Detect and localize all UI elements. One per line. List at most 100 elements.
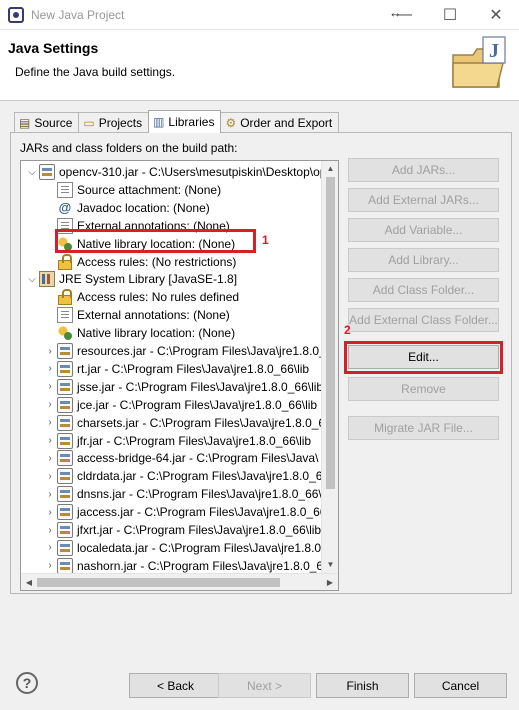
tree-item[interactable]: External annotations: (None) [57,306,230,324]
tree-item-label: jfr.jar - C:\Program Files\Java\jre1.8.0… [77,433,312,448]
jar-icon [57,539,73,556]
tree-item[interactable]: › charsets.jar - C:\Program Files\Java\jr… [43,414,325,432]
libraries-panel: JARs and class folders on the build path… [10,132,512,594]
expanded-chevron-icon[interactable]: ⌵ [25,167,39,178]
jar-icon [57,522,73,538]
add-jars-button[interactable]: Add JARs... [348,158,499,182]
tab-libraries[interactable]: ▥ Libraries [148,110,222,133]
tree-item[interactable]: Source attachment: (None) [57,181,221,199]
svg-text:J: J [489,40,499,62]
collapsed-chevron-icon[interactable]: › [43,417,57,428]
tree-item-label: Access rules: No rules defined [77,290,240,305]
tree-item[interactable]: › jce.jar - C:\Program Files\Java\jre1.8.… [43,396,317,414]
collapsed-chevron-icon[interactable]: › [43,489,57,500]
jar-icon [57,450,73,467]
finish-button[interactable]: Finish [316,673,409,698]
collapsed-chevron-icon[interactable]: › [43,399,57,410]
collapsed-chevron-icon[interactable]: › [43,471,57,482]
tree-item-label: resources.jar - C:\Program Files\Java\jr… [77,344,326,358]
tree-item[interactable]: ⌵ JRE System Library [JavaSE-1.8] [25,270,237,288]
javadoc-icon: @ [58,199,72,215]
tree-item-label: JRE System Library [JavaSE-1.8] [59,272,238,287]
wizard-footer: ? < Back Next > Finish Cancel [0,656,519,710]
attribute-icon [57,181,73,198]
tab-projects[interactable]: ▭ Projects [78,112,150,133]
next-button[interactable]: Next > [218,673,311,698]
scroll-left-icon[interactable]: ◀ [21,574,37,590]
scroll-up-icon[interactable]: ▲ [322,161,338,177]
maximize-button[interactable]: ☐ [427,0,473,30]
jar-icon [57,396,73,413]
scroll-right-icon[interactable]: ▶ [322,574,338,590]
expanded-chevron-icon[interactable]: ⌵ [25,274,39,285]
jar-icon [57,378,73,395]
collapsed-chevron-icon[interactable]: › [43,435,57,446]
scroll-down-icon[interactable]: ▼ [322,557,338,573]
tree-item[interactable]: › cldrdata.jar - C:\Program Files\Java\jr… [43,467,322,485]
jar-icon [57,432,73,449]
attribute-icon [57,307,73,324]
tree-item-label: jce.jar - C:\Program Files\Java\jre1.8.0… [77,397,318,412]
tree-item[interactable]: › localedata.jar - C:\Program Files\Java\… [43,539,328,557]
back-button[interactable]: < Back [129,673,222,698]
help-icon[interactable]: ? [16,672,38,694]
tree-item-label: Source attachment: (None) [77,182,222,197]
tab-order-and-export[interactable]: ⚙ Order and Export [220,112,340,133]
annotation-marker-2: 2 [344,323,351,337]
add-class-folder-button[interactable]: Add Class Folder... [348,278,499,302]
tree-item[interactable]: › jfr.jar - C:\Program Files\Java\jre1.8.… [43,432,311,450]
tree-item[interactable]: › jfxrt.jar - C:\Program Files\Java\jre1.… [43,521,321,539]
tree-item-label: charsets.jar - C:\Program Files\Java\jre… [77,415,326,430]
collapsed-chevron-icon[interactable]: › [43,453,57,464]
annotation-marker-1: 1 [262,233,269,247]
cancel-button[interactable]: Cancel [414,673,507,698]
collapsed-chevron-icon[interactable]: › [43,507,57,518]
build-path-tree[interactable]: › nashorn.jar - C:\Program Files\Java\jre… [20,160,339,591]
jar-icon [57,557,73,574]
scroll-thumb[interactable] [37,578,280,587]
tree-item[interactable]: ⌵ opencv-310.jar - C:\Users\mesutpiskin\D… [25,163,326,181]
tree-item[interactable]: Native library location: (None) [57,324,235,342]
tree-item[interactable]: › jsse.jar - C:\Program Files\Java\jre1.8… [43,378,323,396]
vertical-scrollbar[interactable]: ▲ ▼ [321,161,338,573]
collapsed-chevron-icon[interactable]: › [43,363,57,374]
add-library-button[interactable]: Add Library... [348,248,499,272]
tab-label: Source [34,116,73,130]
migrate-jar-button[interactable]: Migrate JAR File... [348,416,499,440]
scroll-thumb[interactable] [326,177,335,489]
tree-item-label: opencv-310.jar - C:\Users\mesutpiskin\De… [59,165,327,179]
collapsed-chevron-icon[interactable]: › [43,381,57,392]
add-external-class-folder-button[interactable]: Add External Class Folder... [348,308,499,332]
collapsed-chevron-icon[interactable]: › [43,525,57,536]
add-external-jars-button[interactable]: Add External JARs... [348,188,499,212]
tree-item[interactable]: › rt.jar - C:\Program Files\Java\jre1.8.0… [43,360,309,378]
tree-item[interactable]: › jaccess.jar - C:\Program Files\Java\jre… [43,503,330,521]
window-title: New Java Project [31,8,125,22]
tree-item-label: jaccess.jar - C:\Program Files\Java\jre1… [77,505,330,520]
tree-item[interactable]: › access-bridge-64.jar - C:\Program Files… [43,449,318,467]
jar-icon [57,486,73,503]
tree-item[interactable]: Access rules: (No restrictions) [57,253,236,271]
tree-item-label: dnsns.jar - C:\Program Files\Java\jre1.8… [77,487,322,502]
tree-item[interactable]: Access rules: No rules defined [57,288,239,306]
native-library-icon [57,325,73,342]
library-icon: ▥ [153,115,165,129]
wizard-body: ▤ Source ▭ Projects ▥ Libraries ⚙ Order … [0,101,519,656]
close-button[interactable]: ✕ [473,0,519,30]
collapsed-chevron-icon[interactable]: › [43,346,57,357]
tab-source[interactable]: ▤ Source [14,112,80,133]
tree-item[interactable]: › resources.jar - C:\Program Files\Java\j… [43,342,326,360]
tree-item-label: Javadoc location: (None) [77,200,210,215]
tree-item-label: jsse.jar - C:\Program Files\Java\jre1.8.… [77,379,324,394]
minimize-button[interactable]: — [381,0,427,30]
tab-bar: ▤ Source ▭ Projects ▥ Libraries ⚙ Order … [14,110,340,133]
collapsed-chevron-icon[interactable]: › [43,542,57,553]
tree-item[interactable]: @ Javadoc location: (None) [57,199,210,217]
jar-icon [57,360,73,377]
remove-button[interactable]: Remove [348,377,499,401]
tab-label: Projects [98,116,143,130]
tree-item[interactable]: › dnsns.jar - C:\Program Files\Java\jre1.… [43,485,322,503]
horizontal-scrollbar[interactable]: ◀ ▶ [21,573,338,590]
add-variable-button[interactable]: Add Variable... [348,218,499,242]
collapsed-chevron-icon[interactable]: › [43,560,57,571]
